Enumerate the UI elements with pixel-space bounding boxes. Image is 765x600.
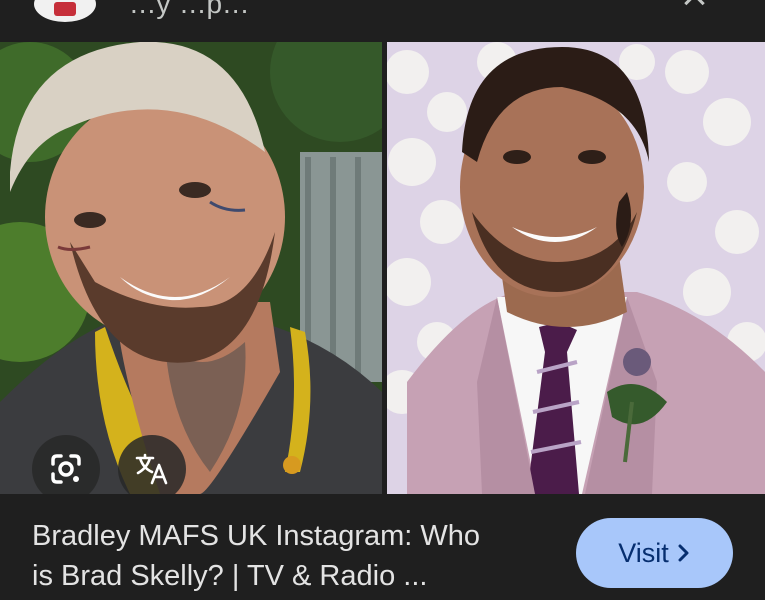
favicon-mark xyxy=(54,2,76,16)
photo-left[interactable] xyxy=(0,42,382,494)
lens-glyph xyxy=(51,454,81,484)
image-viewer: ...y ...p... Bradley MAFS UK Instagram: … xyxy=(0,0,765,600)
photo-left-graphic xyxy=(0,42,382,494)
close-icon[interactable] xyxy=(676,0,712,10)
visit-button[interactable]: Visit xyxy=(576,518,733,588)
result-title-line2: is Brad Skelly? | TV & Radio ... xyxy=(32,560,428,592)
site-name[interactable]: ...y ...p... xyxy=(130,0,249,20)
more-vert-icon[interactable] xyxy=(586,0,614,10)
site-favicon-icon[interactable] xyxy=(34,0,96,22)
result-caption: Bradley MAFS UK Instagram: Who is Brad S… xyxy=(0,494,765,600)
visit-button-label: Visit xyxy=(618,537,669,568)
photo-right[interactable] xyxy=(387,42,765,494)
translate-glyph xyxy=(135,453,168,485)
translate-icon[interactable] xyxy=(118,435,186,494)
result-title-line1: Bradley MAFS UK Instagram: Who xyxy=(32,520,481,552)
chevron-right-icon xyxy=(678,544,689,562)
photo-right-graphic xyxy=(387,42,765,494)
top-bar: ...y ...p... xyxy=(0,0,765,42)
image-pair xyxy=(0,42,765,494)
google-lens-icon[interactable] xyxy=(32,435,100,494)
result-title[interactable]: Bradley MAFS UK Instagram: Who is Brad S… xyxy=(32,516,552,596)
